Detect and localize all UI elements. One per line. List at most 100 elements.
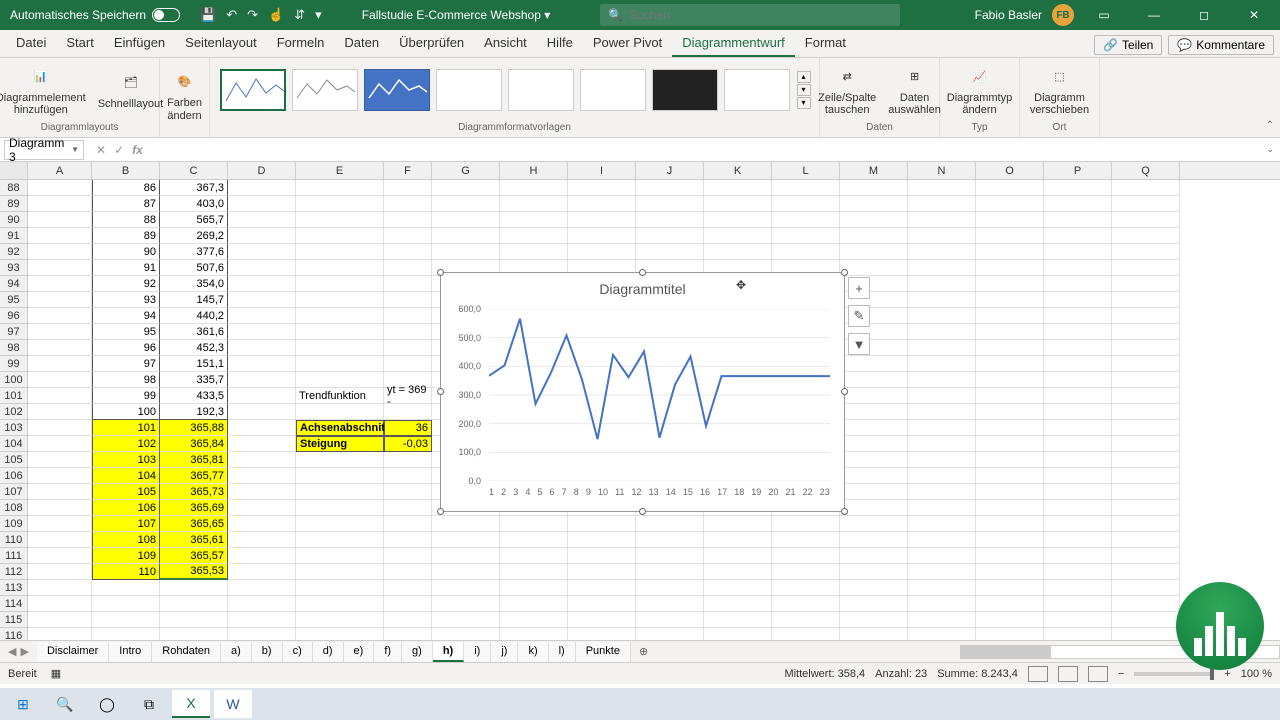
- cell[interactable]: [840, 484, 908, 500]
- row-header[interactable]: 113: [0, 580, 28, 596]
- cell[interactable]: [704, 548, 772, 564]
- cell[interactable]: [228, 468, 296, 484]
- record-macro-icon[interactable]: ▦: [51, 667, 61, 680]
- cell[interactable]: [1044, 564, 1112, 580]
- row-header[interactable]: 111: [0, 548, 28, 564]
- cell[interactable]: [1112, 484, 1180, 500]
- cell[interactable]: [28, 196, 92, 212]
- sheet-tab[interactable]: f): [374, 642, 402, 662]
- cell[interactable]: 151,1: [160, 356, 228, 372]
- row-header[interactable]: 114: [0, 596, 28, 612]
- cell[interactable]: 106: [92, 500, 160, 516]
- cell[interactable]: [908, 180, 976, 196]
- cell[interactable]: [384, 628, 432, 640]
- resize-handle[interactable]: [639, 269, 646, 276]
- cell[interactable]: [228, 308, 296, 324]
- cell[interactable]: [384, 564, 432, 580]
- cell[interactable]: [908, 580, 976, 596]
- chart-brush-icon[interactable]: ✎: [848, 305, 870, 327]
- cell[interactable]: [160, 580, 228, 596]
- cell[interactable]: [296, 356, 384, 372]
- cell[interactable]: [296, 452, 384, 468]
- cell[interactable]: [296, 564, 384, 580]
- sort-icon[interactable]: ⇵: [294, 7, 305, 23]
- cell[interactable]: [296, 228, 384, 244]
- cell[interactable]: [568, 228, 636, 244]
- cell[interactable]: [384, 292, 432, 308]
- cell[interactable]: [28, 516, 92, 532]
- cell[interactable]: [296, 612, 384, 628]
- cell[interactable]: [432, 548, 500, 564]
- cell[interactable]: [704, 612, 772, 628]
- cell[interactable]: [568, 596, 636, 612]
- cell[interactable]: [500, 580, 568, 596]
- cell[interactable]: [228, 628, 296, 640]
- cell[interactable]: [1044, 244, 1112, 260]
- cell[interactable]: 104: [92, 468, 160, 484]
- cell[interactable]: [772, 244, 840, 260]
- sheet-tab[interactable]: d): [313, 642, 344, 662]
- cell[interactable]: [976, 340, 1044, 356]
- cell[interactable]: [908, 212, 976, 228]
- cell[interactable]: [1044, 228, 1112, 244]
- cell[interactable]: [772, 612, 840, 628]
- search-input[interactable]: [629, 8, 892, 22]
- cell[interactable]: [908, 500, 976, 516]
- cell[interactable]: [840, 244, 908, 260]
- cell[interactable]: 95: [92, 324, 160, 340]
- cell[interactable]: 110: [92, 564, 160, 580]
- cell[interactable]: 365,53: [160, 564, 228, 580]
- cell[interactable]: [384, 468, 432, 484]
- cell[interactable]: [1112, 452, 1180, 468]
- chart-style-2[interactable]: [292, 69, 358, 111]
- cell[interactable]: [228, 564, 296, 580]
- cell[interactable]: Achsenabschnitt: [296, 420, 384, 436]
- cell[interactable]: [28, 612, 92, 628]
- cell[interactable]: [28, 484, 92, 500]
- cell[interactable]: [1044, 580, 1112, 596]
- sheet-nav-next-icon[interactable]: ▶: [20, 645, 28, 658]
- cell[interactable]: [976, 276, 1044, 292]
- col-header[interactable]: M: [840, 162, 908, 179]
- zoom-level[interactable]: 100 %: [1241, 668, 1272, 680]
- col-header[interactable]: Q: [1112, 162, 1180, 179]
- switch-row-col-button[interactable]: ⇄Zeile/Spalte tauschen: [814, 62, 880, 118]
- zoom-slider[interactable]: [1134, 672, 1214, 676]
- chart-style-3[interactable]: [364, 69, 430, 111]
- resize-handle[interactable]: [437, 269, 444, 276]
- resize-handle[interactable]: [841, 508, 848, 515]
- cell[interactable]: [568, 532, 636, 548]
- col-header[interactable]: D: [228, 162, 296, 179]
- cell[interactable]: 36: [384, 420, 432, 436]
- cell[interactable]: [908, 436, 976, 452]
- cell[interactable]: [28, 500, 92, 516]
- chart-style-8[interactable]: [724, 69, 790, 111]
- cell[interactable]: [384, 260, 432, 276]
- cell[interactable]: [568, 244, 636, 260]
- cell[interactable]: [840, 532, 908, 548]
- cell[interactable]: [160, 612, 228, 628]
- cell[interactable]: [432, 612, 500, 628]
- cell[interactable]: [840, 180, 908, 196]
- cell[interactable]: [976, 180, 1044, 196]
- cell[interactable]: [908, 612, 976, 628]
- file-title[interactable]: Fallstudie E-Commerce Webshop ▾: [332, 8, 581, 22]
- cell[interactable]: [908, 484, 976, 500]
- cell[interactable]: 145,7: [160, 292, 228, 308]
- cell[interactable]: [384, 516, 432, 532]
- change-chart-type-button[interactable]: 📈Diagrammtyp ändern: [943, 62, 1016, 118]
- sheet-tab[interactable]: Intro: [109, 642, 152, 662]
- cell[interactable]: [636, 532, 704, 548]
- cell[interactable]: [1112, 340, 1180, 356]
- cancel-formula-icon[interactable]: ✕: [94, 143, 108, 157]
- cell[interactable]: [228, 452, 296, 468]
- cell[interactable]: [704, 596, 772, 612]
- cell[interactable]: [228, 420, 296, 436]
- row-header[interactable]: 104: [0, 436, 28, 452]
- tab-start[interactable]: Start: [56, 30, 103, 57]
- cell[interactable]: Steigung: [296, 436, 384, 452]
- cell[interactable]: [384, 244, 432, 260]
- cell[interactable]: [908, 452, 976, 468]
- sheet-tab[interactable]: Rohdaten: [152, 642, 221, 662]
- cell[interactable]: [296, 292, 384, 308]
